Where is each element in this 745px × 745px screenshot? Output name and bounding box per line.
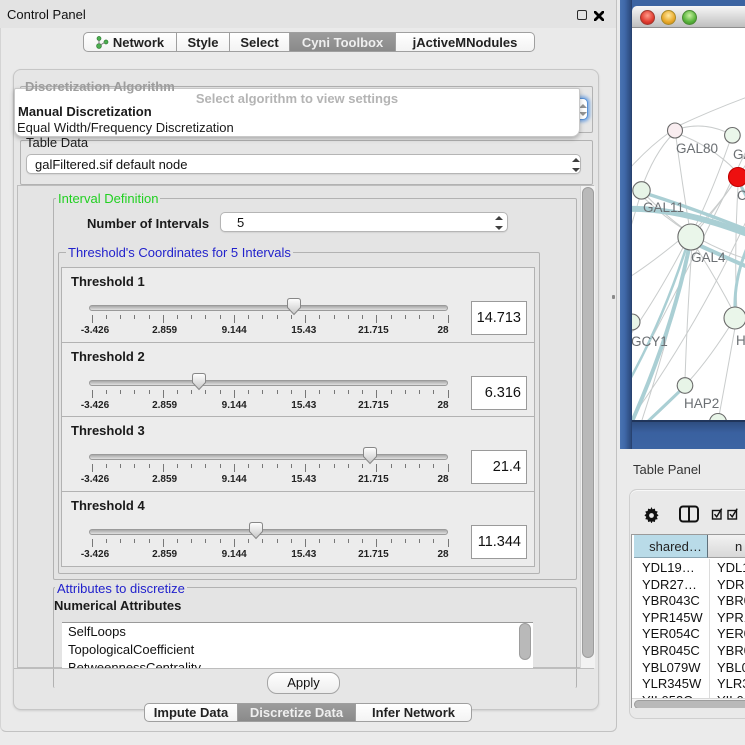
svg-text:HAP2: HAP2 [684, 396, 719, 411]
svg-text:H: H [736, 333, 745, 348]
svg-text:GA: GA [733, 147, 745, 162]
svg-text:GAL4: GAL4 [691, 250, 726, 265]
svg-text:GAL11: GAL11 [643, 200, 684, 215]
svg-text:GAL80: GAL80 [676, 141, 718, 156]
svg-text:GCY1: GCY1 [632, 334, 668, 349]
svg-text:C: C [737, 188, 745, 203]
